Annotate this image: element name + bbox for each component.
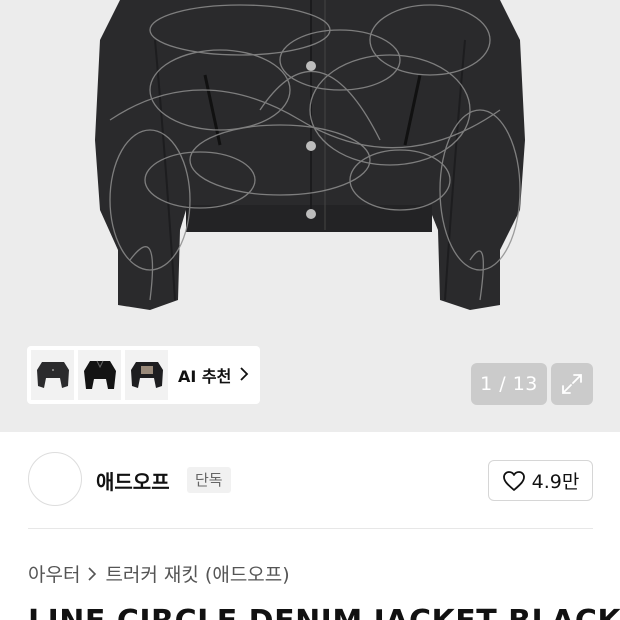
- ai-recommendation-label: AI 추천: [178, 367, 232, 386]
- breadcrumb-subcategory[interactable]: 트러커 재킷 (애드오프): [105, 560, 289, 587]
- brand-row: 애드오프 단독 4.9만: [28, 452, 593, 508]
- jacket-thumb-icon: [130, 362, 163, 388]
- product-image-gallery[interactable]: AI 추천 1 / 13: [0, 0, 620, 432]
- image-counter: 1 / 13: [471, 363, 547, 405]
- divider: [28, 528, 593, 529]
- like-button[interactable]: 4.9만: [488, 460, 593, 501]
- thumbnail-3[interactable]: [125, 350, 168, 400]
- ai-recommendation-bar[interactable]: AI 추천: [27, 346, 260, 404]
- brand-avatar[interactable]: [28, 452, 82, 506]
- jacket-thumb-icon: [36, 362, 69, 388]
- thumbnail-2[interactable]: [78, 350, 121, 400]
- heart-icon: [502, 470, 525, 491]
- exclusive-badge: 단독: [187, 467, 231, 493]
- breadcrumb: 아우터 트러커 재킷 (애드오프): [28, 560, 290, 587]
- brand-name[interactable]: 애드오프: [96, 466, 170, 495]
- chevron-right-icon: [88, 566, 97, 581]
- product-title: LINE CIRCLE DENIM JACKET BLACK: [28, 604, 620, 620]
- jacket-thumb-icon: [83, 360, 116, 389]
- breadcrumb-category[interactable]: 아우터: [28, 560, 80, 587]
- like-count: 4.9만: [531, 471, 580, 493]
- thumbnail-1[interactable]: [31, 350, 74, 400]
- expand-button[interactable]: [551, 363, 593, 405]
- expand-icon: [562, 374, 582, 394]
- chevron-right-icon: [240, 366, 249, 385]
